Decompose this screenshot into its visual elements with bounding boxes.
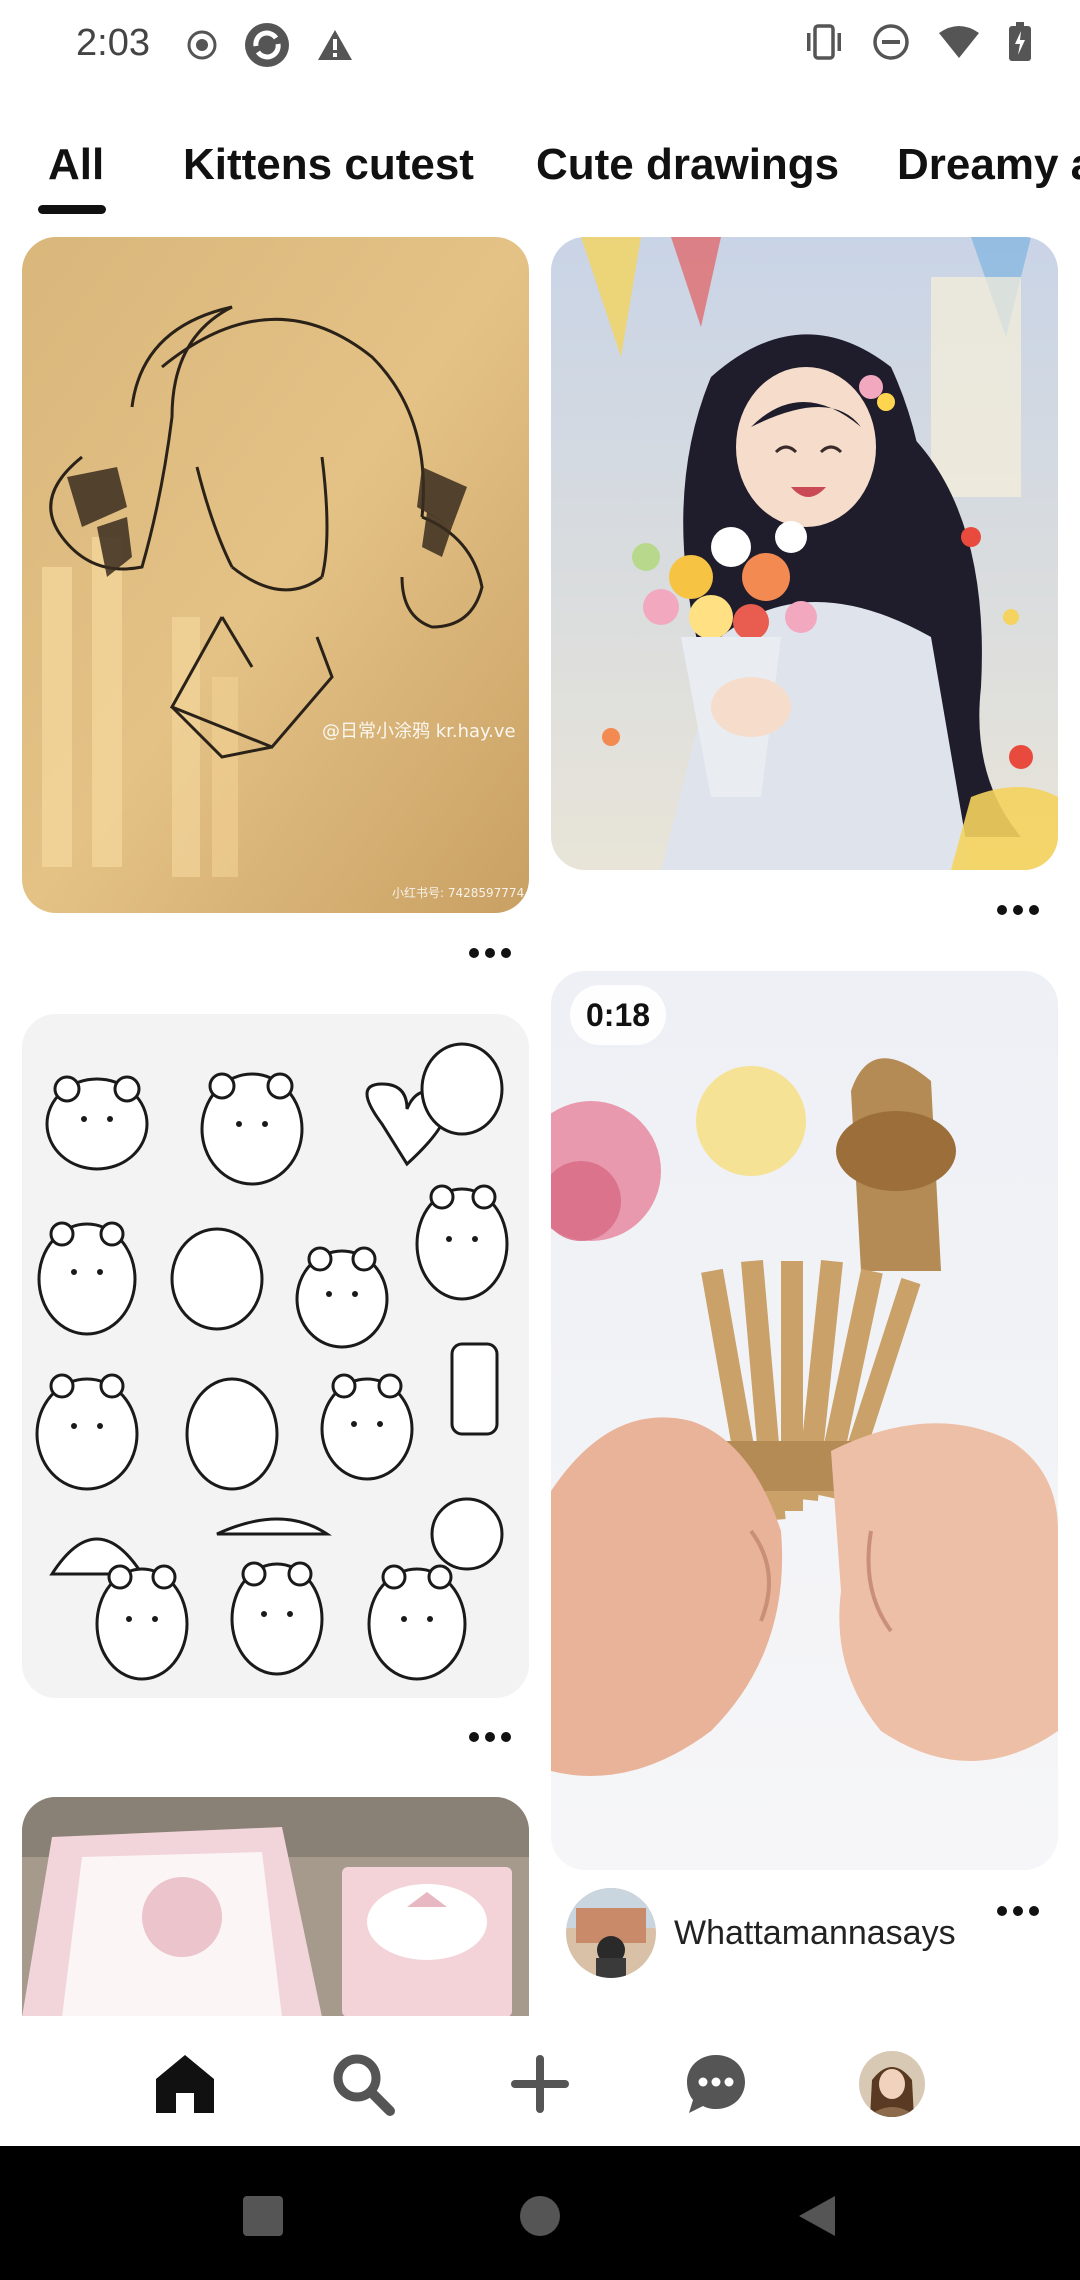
- recents-icon: [243, 2196, 283, 2236]
- pin-straw-basket-video[interactable]: [551, 971, 1058, 1870]
- tab-all[interactable]: All: [48, 140, 104, 190]
- board-tabs: All Kittens cutest Cute drawings Dreamy …: [0, 140, 1080, 220]
- pin-more-button[interactable]: [460, 1722, 520, 1752]
- pin-more-button[interactable]: [988, 1896, 1048, 1926]
- status-right-icons: [804, 22, 1032, 62]
- status-left-icons: [186, 22, 354, 68]
- vibrate-icon: [807, 24, 841, 60]
- pin-more-button[interactable]: [988, 895, 1048, 925]
- system-home-button[interactable]: [510, 2186, 570, 2246]
- straw-basket-image: [551, 971, 1058, 1870]
- back-button[interactable]: [787, 2186, 847, 2246]
- system-navigation-bar: [0, 2146, 1080, 2280]
- tab-kittens-cutest[interactable]: Kittens cutest: [183, 140, 474, 190]
- sync-app-icon: [245, 23, 289, 67]
- nav-profile[interactable]: [852, 2044, 932, 2124]
- profile-avatar: [859, 2051, 925, 2117]
- pin-bear-stickers[interactable]: [22, 1014, 529, 1698]
- author-name: Whattamannasays: [674, 1913, 956, 1952]
- pin-overlay-text: @日常小涂鸦 kr.hay.ve: [322, 721, 516, 742]
- nav-create[interactable]: [500, 2044, 580, 2124]
- warning-icon: [318, 30, 352, 60]
- pin-more-button[interactable]: [460, 938, 520, 968]
- pin-girl-sketch[interactable]: @日常小涂鸦 kr.hay.ve 小红书号: 7428597774: [22, 237, 529, 913]
- girl-sketch-image: @日常小涂鸦 kr.hay.ve 小红书号: 7428597774: [22, 237, 529, 913]
- back-icon: [799, 2196, 835, 2236]
- search-icon: [333, 2054, 395, 2116]
- bear-stickers-image: [22, 1014, 529, 1698]
- nav-home[interactable]: [145, 2044, 225, 2124]
- create-icon: [511, 2055, 569, 2113]
- birthday-card-image: [22, 1797, 529, 2017]
- recents-button[interactable]: [233, 2186, 293, 2246]
- pin-watermark: 小红书号: 7428597774: [392, 885, 524, 900]
- home-icon: [156, 2055, 214, 2113]
- pin-anime-girl-flowers[interactable]: [551, 237, 1058, 870]
- author-avatar: [566, 1888, 656, 1978]
- video-duration-badge: 0:18: [570, 985, 667, 1045]
- nav-messages[interactable]: [676, 2044, 756, 2124]
- pin-birthday-card[interactable]: [22, 1797, 529, 2017]
- tab-cute-drawings[interactable]: Cute drawings: [536, 140, 839, 190]
- do-not-disturb-icon: [873, 24, 909, 60]
- tab-dreamy[interactable]: Dreamy a: [897, 140, 1080, 190]
- status-bar: 2:03: [0, 0, 1080, 90]
- status-time: 2:03: [76, 22, 150, 64]
- nav-search[interactable]: [323, 2044, 403, 2124]
- tab-selected-indicator: [38, 205, 106, 214]
- anime-girl-image: [551, 237, 1058, 870]
- record-icon: [187, 30, 217, 60]
- pin-author[interactable]: Whattamannasays: [566, 1888, 956, 1978]
- wifi-icon: [939, 26, 979, 58]
- bottom-navigation: [0, 2016, 1080, 2146]
- system-home-icon: [520, 2196, 560, 2236]
- messages-icon: [687, 2055, 745, 2113]
- battery-icon: [1009, 22, 1031, 61]
